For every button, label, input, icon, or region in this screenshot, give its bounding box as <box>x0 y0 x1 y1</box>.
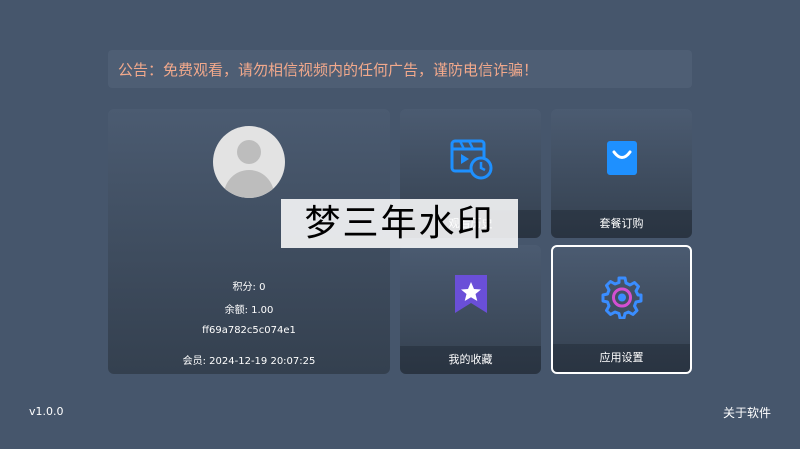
star-bookmark-icon <box>454 275 487 313</box>
my-favorites-tile[interactable]: 我的收藏 <box>400 245 541 374</box>
app-settings-label: 应用设置 <box>553 344 690 372</box>
watermark-text: 梦三年水印 <box>304 203 495 244</box>
shopping-bag-icon <box>606 141 637 175</box>
points-text: 积分: 0 <box>232 282 266 293</box>
video-history-icon <box>450 139 492 180</box>
app-version: v1.0.0 <box>29 405 64 418</box>
package-purchase-tile[interactable]: 套餐订购 <box>551 109 692 238</box>
about-software-link[interactable]: 关于软件 <box>723 404 771 421</box>
avatar-body-shape <box>224 170 274 198</box>
balance-text: 余额: 1.00 <box>224 305 274 316</box>
package-purchase-label: 套餐订购 <box>551 210 692 238</box>
member-expiry-text: 会员: 2024-12-19 20:07:25 <box>182 356 316 367</box>
avatar <box>213 126 285 198</box>
watermark-overlay: 梦三年水印 <box>281 199 518 248</box>
gear-icon <box>601 276 642 319</box>
announcement-banner: 公告：免费观看，请勿相信视频内的任何广告，谨防电信诈骗！ <box>108 50 692 88</box>
device-id-text: ff69a782c5c074e1 <box>202 325 296 336</box>
app-settings-tile[interactable]: 应用设置 <box>551 245 692 374</box>
my-favorites-label: 我的收藏 <box>400 346 541 374</box>
avatar-head-shape <box>237 140 261 164</box>
announcement-text: 公告：免费观看，请勿相信视频内的任何广告，谨防电信诈骗！ <box>118 60 539 79</box>
